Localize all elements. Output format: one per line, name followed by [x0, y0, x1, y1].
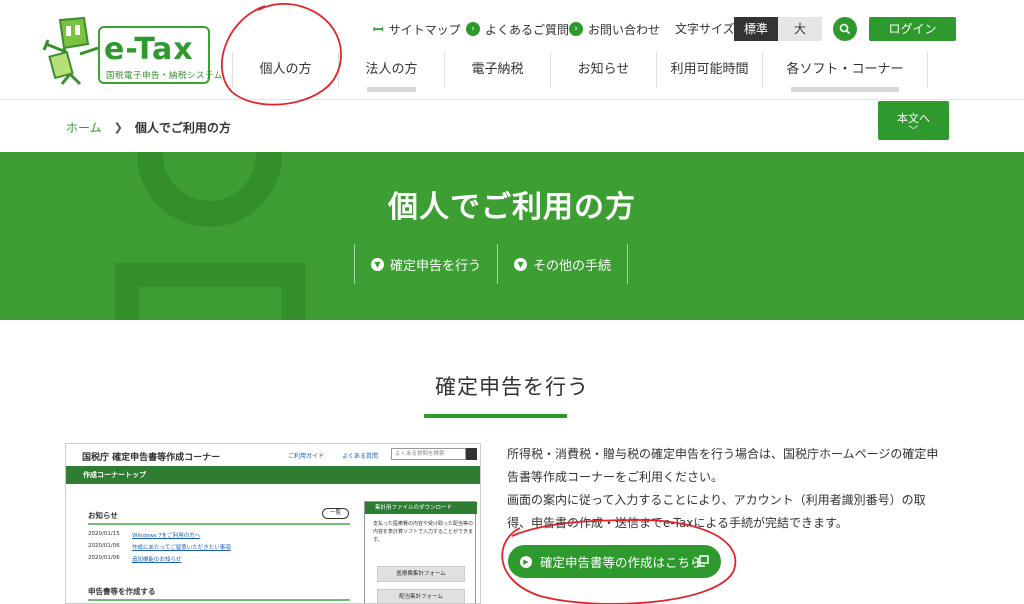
sitemap-link[interactable]: ꟷ サイトマップ: [373, 17, 461, 41]
faq-link[interactable]: › よくあるご質問: [466, 17, 569, 41]
thumb-news-date: 2020/01/06: [88, 555, 120, 561]
thumb-news-date: 2020/01/15: [88, 531, 120, 537]
breadcrumb: ホーム ❯ 個人でご利用の方: [66, 119, 231, 136]
chevron-down-icon: ▼: [371, 257, 384, 271]
nav-software-corner[interactable]: 各ソフト・コーナー: [762, 52, 928, 92]
font-size-label: 文字サイズ: [675, 22, 735, 36]
create-tax-return-button[interactable]: ▶ 確定申告書等の作成はこちら: [508, 545, 721, 578]
page-title: 個人でご利用の方: [388, 190, 636, 225]
sitemap-label: サイトマップ: [388, 22, 461, 37]
thumb-news-row: 2020/01/15 Windows 7をご利用の方へ: [88, 531, 200, 539]
search-icon: [839, 23, 851, 35]
thumb-guide-link: ご利用ガイド: [288, 453, 325, 460]
section-underline: [424, 414, 567, 418]
thumb-faq-link: よくある質問: [342, 453, 379, 460]
thumb-search-button: [466, 448, 477, 460]
thumb-divider: [88, 599, 350, 601]
create-tax-return-label: 確定申告書等の作成はこちら: [540, 555, 703, 570]
thumb-bar-label: 作成コーナートップ: [83, 471, 146, 479]
description-paragraph: 所得税・消費税・贈与税の確定申告を行う場合は、国税庁ホームページの確定申告書等作…: [507, 447, 939, 484]
anchor-other-procedures-label: その他の手続: [533, 258, 612, 274]
contact-label: お問い合わせ: [588, 22, 661, 37]
skip-to-content-button[interactable]: 本文へ ﹀: [878, 101, 949, 140]
hero-banner: 個人でご利用の方 ▼ 確定申告を行う ▼ その他の手続: [0, 152, 1024, 320]
sitemap-icon: ꟷ: [373, 23, 384, 38]
main-nav: 個人の方 法人の方 電子納税 お知らせ 利用可能時間 各ソフト・コーナー: [232, 52, 928, 92]
thumb-more-button: 一覧: [322, 508, 349, 519]
thumb-news-row: 2020/01/06 作成にあたってご留意いただきたい事項: [88, 543, 231, 551]
nav-news[interactable]: お知らせ: [550, 52, 656, 88]
site-header: e-Tax 国税電子申告・納税システム ꟷ サイトマップ › よくあるご質問 ›…: [0, 0, 1024, 100]
chevron-right-icon: ❯: [113, 121, 123, 134]
description-paragraph: 画面の案内に従って入力することにより、アカウント（利用者識別番号）の取得、申告書…: [507, 493, 926, 530]
skip-to-content-label: 本文へ: [897, 112, 930, 125]
thumb-create-title: 申告書等を作成する: [88, 587, 156, 596]
chevron-right-icon: ▶: [520, 555, 532, 568]
anchor-other-procedures[interactable]: ▼ その他の手続: [497, 244, 629, 284]
thumb-sidebar-text: 支払った医療費の内容や受け取った配当等の内容を表計算ソフトで入力することができま…: [373, 521, 474, 543]
thumb-sidebar-button: 配当集計フォーム: [377, 589, 465, 603]
logo-box: e-Tax 国税電子申告・納税システム: [98, 26, 222, 84]
thumb-news-text: 作成にあたってご留意いただきたい事項: [132, 545, 231, 551]
thumb-news-text: 追加機能のお知らせ: [132, 557, 182, 563]
breadcrumb-home[interactable]: ホーム: [66, 119, 102, 136]
etax-logo[interactable]: e-Tax 国税電子申告・納税システム: [40, 14, 222, 88]
thumb-divider: [88, 523, 350, 525]
thumb-news-row: 2020/01/06 追加機能のお知らせ: [88, 555, 181, 563]
hero-anchor-links: ▼ 確定申告を行う ▼ その他の手続: [354, 244, 629, 284]
thumb-sidebar: 集計用ファイルのダウンロード 支払った医療費の内容や受け取った配当等の内容を表計…: [364, 501, 477, 603]
thumb-title: 国税庁 確定申告書等作成コーナー: [82, 453, 221, 463]
mascot-icon: [42, 16, 99, 86]
chevron-down-icon: ▼: [514, 257, 528, 271]
faq-label: よくあるご質問: [485, 22, 570, 37]
thumb-news-date: 2020/01/06: [88, 543, 120, 549]
logo-subtitle: 国税電子申告・納税システム: [106, 71, 223, 81]
section-description: 所得税・消費税・贈与税の確定申告を行う場合は、国税庁ホームページの確定申告書等作…: [507, 443, 947, 535]
logo-title: e-Tax: [104, 32, 194, 67]
thumb-news-text: Windows 7をご利用の方へ: [132, 533, 201, 539]
chevron-right-icon: ›: [466, 22, 480, 36]
search-button[interactable]: [833, 17, 857, 41]
new-window-icon: [697, 555, 709, 567]
font-size-large-button[interactable]: 大: [778, 17, 822, 41]
thumb-sidebar-head: 集計用ファイルのダウンロード: [365, 502, 477, 514]
contact-link[interactable]: › お問い合わせ: [569, 17, 660, 41]
tax-corner-screenshot: 国税庁 確定申告書等作成コーナー ご利用ガイド よくある質問 よくある質問を検索…: [65, 443, 481, 604]
thumb-sidebar-button: 医療費集計フォーム: [377, 566, 465, 582]
anchor-tax-return-label: 確定申告を行う: [390, 258, 482, 274]
chevron-right-icon: ›: [569, 22, 583, 36]
chevron-down-icon: ﹀: [908, 126, 919, 137]
hero-decoration: [115, 263, 305, 320]
nav-corporate[interactable]: 法人の方: [338, 52, 444, 92]
thumb-search: よくある質問を検索: [391, 448, 466, 460]
nav-individual[interactable]: 個人の方: [232, 52, 338, 88]
nav-e-payment[interactable]: 電子納税: [444, 52, 550, 88]
font-size-standard-button[interactable]: 標準: [734, 17, 778, 41]
anchor-tax-return[interactable]: ▼ 確定申告を行う: [354, 244, 497, 284]
thumb-news-title: お知らせ: [88, 511, 118, 520]
nav-available-hours[interactable]: 利用可能時間: [656, 52, 762, 88]
section-title: 確定申告を行う: [435, 375, 589, 399]
thumb-bar: 作成コーナートップ: [66, 466, 480, 484]
breadcrumb-current: 個人でご利用の方: [134, 121, 231, 135]
login-button[interactable]: ログイン: [869, 17, 956, 41]
